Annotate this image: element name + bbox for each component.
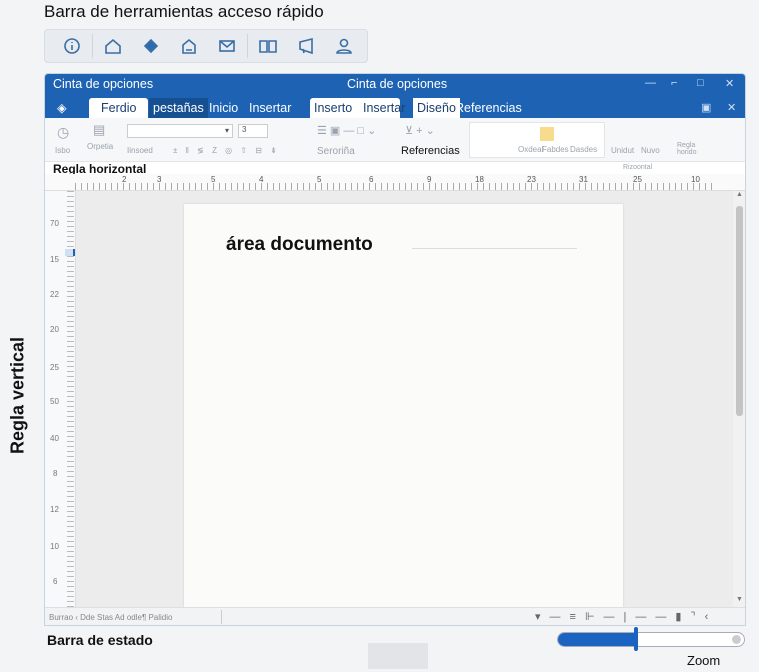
- minimize-button[interactable]: —: [645, 77, 656, 89]
- status-text: Burrao ‹ Dde Stas Ad odle¶ Palidio: [49, 613, 173, 622]
- status-bar-annotation: Barra de estado: [47, 632, 153, 648]
- zoom-thumb[interactable]: [633, 627, 638, 651]
- ribbon-label[interactable]: Nuvo: [641, 146, 660, 155]
- status-bar: Burrao ‹ Dde Stas Ad odle¶ Palidio ▾—≡⊩—…: [45, 607, 745, 625]
- separator: [247, 34, 248, 58]
- style-item[interactable]: Dasdes: [570, 145, 597, 154]
- zoom-slider[interactable]: [557, 632, 745, 647]
- document-area-label: área documento: [226, 234, 373, 255]
- ruler-tick: 20: [50, 325, 59, 334]
- vertical-ruler[interactable]: 70 15 22 20 25 50 40 8 12 10 6: [45, 191, 76, 607]
- style-item[interactable]: Oxdeal: [518, 145, 543, 154]
- ruler-tick: 25: [50, 363, 59, 372]
- ruler-tick: 12: [50, 505, 59, 514]
- styles-gallery[interactable]: Oxdeal Fabdes Dasdes: [469, 122, 605, 158]
- ruler-tick: 50: [50, 397, 59, 406]
- separator: [221, 610, 222, 624]
- font-size-select[interactable]: 3: [238, 124, 268, 138]
- ribbon-close-button[interactable]: ✕: [727, 101, 736, 114]
- table-icon[interactable]: ▤: [93, 122, 105, 138]
- close-button[interactable]: ✕: [725, 77, 734, 90]
- ribbon-label: Orpetia: [87, 142, 114, 151]
- ruler-tick: 40: [50, 434, 59, 443]
- ruler-tick: 22: [50, 290, 59, 299]
- tab-ferdio[interactable]: Ferdio: [89, 98, 149, 118]
- references-button[interactable]: Referencias: [401, 145, 460, 157]
- tab-pestanas[interactable]: pestañas: [149, 98, 208, 118]
- tab-referencias[interactable]: Referencias: [451, 98, 526, 118]
- ribbon-label: Iinsoed: [127, 146, 153, 155]
- text-line: [412, 248, 577, 249]
- scrollbar-thumb[interactable]: [736, 206, 743, 416]
- layers-icon[interactable]: ◈: [53, 98, 71, 118]
- ribbon: ◷ Isbo ▤ Orpetia ▾ 3 Iinsoed ± ‖ ≶ Z ◎ ⇧…: [45, 118, 745, 171]
- clock-icon[interactable]: ◷: [57, 124, 69, 141]
- title-bar: Cinta de opciones Cinta de opciones — ⌐ …: [45, 74, 745, 95]
- ribbon-label: Rizoontal: [623, 164, 653, 171]
- format-buttons[interactable]: ± ‖ ≶ Z ◎ ⇧ ⊟ ⇟: [173, 146, 280, 155]
- ruler-tick: 8: [53, 469, 58, 478]
- scroll-down-icon[interactable]: ▼: [736, 596, 743, 603]
- qat-annotation: Barra de herramientas acceso rápido: [44, 2, 324, 21]
- style-item[interactable]: Fabdes: [542, 145, 569, 154]
- zoom-fill: [558, 633, 637, 646]
- style-swatch: [540, 127, 554, 141]
- document-page[interactable]: área documento: [184, 204, 623, 607]
- ruler-tick: 15: [50, 255, 59, 264]
- font-select[interactable]: ▾: [127, 124, 233, 138]
- indent-marker[interactable]: [65, 249, 75, 256]
- inbox-icon[interactable]: [170, 32, 208, 60]
- tab-inicio[interactable]: Inicio: [205, 98, 242, 118]
- user-icon[interactable]: [325, 32, 363, 60]
- window-title: Cinta de opciones: [53, 77, 154, 91]
- tab-insertar-2[interactable]: Insertar: [359, 98, 409, 118]
- insert-icons[interactable]: ⊻ + ⌄: [405, 124, 435, 137]
- ruler-tick: 6: [53, 577, 58, 586]
- home-icon[interactable]: [94, 32, 132, 60]
- ribbon-label[interactable]: Unidut: [611, 146, 634, 155]
- megaphone-icon[interactable]: [287, 32, 325, 60]
- paragraph-icons[interactable]: ☰ ▣ — □ ⌄: [317, 124, 376, 137]
- ruler-marks: [75, 183, 715, 190]
- restore-button[interactable]: ⌐: [671, 77, 677, 89]
- book-icon[interactable]: [249, 32, 287, 60]
- app-window: Cinta de opciones Cinta de opciones — ⌐ …: [44, 73, 746, 626]
- ribbon-label: Isbo: [55, 146, 71, 155]
- zoom-annotation: Zoom: [687, 653, 721, 668]
- separator: [92, 34, 93, 58]
- ribbon-tabs: ◈ Ferdio pestañas Inicio Insertar Insert…: [45, 95, 745, 118]
- maximize-button[interactable]: □: [697, 77, 704, 89]
- info-icon[interactable]: [53, 32, 91, 60]
- ribbon-title: Cinta de opciones: [347, 77, 448, 91]
- zoom-end-knob[interactable]: [732, 635, 741, 644]
- view-buttons[interactable]: ▾—≡⊩—|——▮⌝‹: [535, 610, 717, 623]
- horizontal-ruler[interactable]: 2 3 5 4 5 6 9 18 23 31 25 10: [45, 174, 745, 191]
- vertical-ruler-annotation: Regla vertical: [7, 336, 28, 455]
- placeholder-box: [368, 643, 428, 669]
- ruler-tick: 70: [50, 219, 59, 228]
- ribbon-options-button[interactable]: ▣: [701, 101, 711, 114]
- quick-access-toolbar: [44, 29, 368, 63]
- brush-icon[interactable]: [132, 32, 170, 60]
- scroll-up-icon[interactable]: ▲: [736, 191, 743, 198]
- mail-icon[interactable]: [208, 32, 246, 60]
- tab-insertar[interactable]: Insertar: [245, 98, 295, 118]
- ribbon-label[interactable]: Seroriña: [317, 146, 355, 157]
- vertical-scrollbar[interactable]: ▲ ▼: [733, 191, 745, 607]
- ruler-tick: 10: [50, 542, 59, 551]
- ribbon-label[interactable]: Regla horido: [677, 142, 701, 156]
